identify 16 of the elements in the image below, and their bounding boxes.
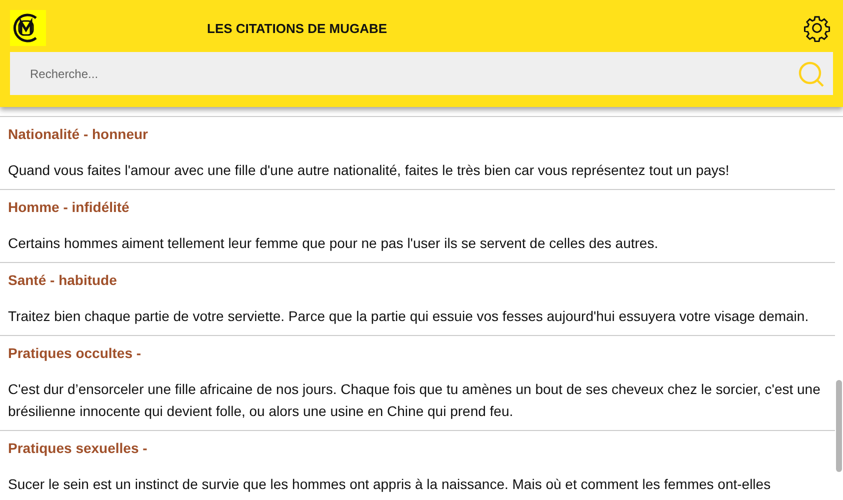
quote-text: Traitez bien chaque partie de votre serviette. Parce que la partie qui essuie vos fesses aujourd'hui essuyera votre visage demain. [8,307,810,326]
quote-title[interactable]: Nationalité - honneur [8,125,827,143]
scrollbar-thumb[interactable] [836,380,842,472]
quote-title[interactable]: Santé - habitude [8,271,827,289]
quote-title[interactable]: Homme - infidélité [8,198,827,216]
quote-text: Quand vous faites l'amour avec une fille d'une autre nationalité, faites le très bien car vous représentez tout un pays! [8,161,730,180]
quote-title[interactable]: Pratiques sexuelles - [8,439,827,457]
app-title: LES CITATIONS DE MUGABE [207,20,388,36]
settings-icon[interactable] [803,14,831,42]
logo-icon [10,10,46,46]
search-icon[interactable] [797,60,825,88]
quote-text: Sucer le sein est un instinct de survie que les hommes ont appris à la naissance. Mais où et comment les femmes ont-elles [8,475,772,494]
quote-title[interactable]: Pratiques occultes - [8,344,827,362]
quote-text: Certains hommes aiment tellement leur femme que pour ne pas l'user ils se servent de celles des autres. [8,234,660,253]
search-field[interactable]: Recherche... [10,52,833,95]
quote-text: C'est dur d’ensorceler une fille africaine de nos jours. Chaque fois que tu amènes un bout de ses cheveux chez le sorcier, c'est une brésilienne innocente qui devient folle, ou alors une usine en Chine qui prend feu. [8,380,822,421]
